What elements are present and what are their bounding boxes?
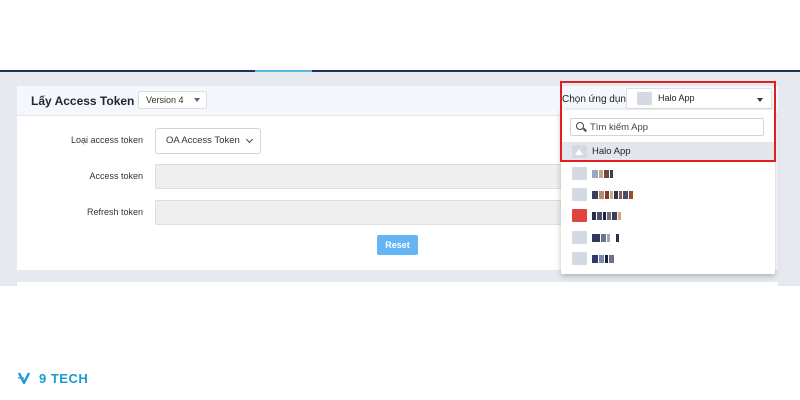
- refresh-token-field[interactable]: [155, 200, 565, 225]
- reset-button[interactable]: Reset: [377, 235, 418, 255]
- app-option[interactable]: Halo App: [561, 142, 775, 162]
- brand-logo-text: 9 TECH: [39, 370, 89, 386]
- redacted-app-name: [592, 233, 619, 243]
- app-thumbnail: [572, 252, 587, 265]
- app-thumbnail: [572, 209, 587, 222]
- choose-app-label: Chọn ứng dụng: [562, 94, 632, 105]
- redacted-app-name: [592, 169, 613, 179]
- app-select-value: Halo App: [658, 93, 695, 103]
- app-dropdown: Halo App: [561, 110, 775, 274]
- app-select[interactable]: Halo App: [626, 88, 772, 109]
- app-option[interactable]: [561, 206, 775, 226]
- app-search-box[interactable]: [570, 118, 764, 136]
- app-thumbnail: [572, 145, 587, 158]
- mountain-icon: [575, 149, 583, 155]
- app-option[interactable]: [561, 249, 775, 269]
- chevron-down-icon: [245, 135, 254, 144]
- search-icon: [576, 122, 584, 130]
- app-thumbnail: [572, 188, 587, 201]
- next-card-edge: [17, 282, 778, 286]
- caret-down-icon: [757, 98, 763, 102]
- app-search-input[interactable]: [590, 120, 760, 134]
- version-select[interactable]: Version 4: [138, 91, 207, 109]
- refresh-token-label: Refresh token: [86, 207, 143, 217]
- brand-logo: 9 TECH: [18, 370, 89, 386]
- screenshot-stage: Lấy Access Token Version 4 Loại access t…: [0, 0, 800, 400]
- page-title: Lấy Access Token: [31, 94, 135, 108]
- redacted-app-name: [592, 254, 614, 264]
- app-option[interactable]: [561, 228, 775, 248]
- app-option-label: Halo App: [592, 146, 631, 157]
- redacted-app-name: [592, 211, 621, 221]
- redacted-app-name: [592, 190, 633, 200]
- token-type-value: OA Access Token: [166, 135, 240, 146]
- token-type-label: Loại access token: [70, 135, 143, 145]
- app-thumbnail: [572, 167, 587, 180]
- v-logo-icon: [18, 372, 31, 385]
- access-token-label: Access token: [89, 171, 143, 181]
- app-thumbnail: [572, 231, 587, 244]
- app-option[interactable]: [561, 185, 775, 205]
- app-option[interactable]: [561, 164, 775, 184]
- access-token-field[interactable]: [155, 164, 565, 189]
- caret-down-icon: [193, 98, 200, 102]
- app-thumbnail: [637, 92, 652, 105]
- version-select-value: Version 4: [146, 95, 184, 105]
- token-type-select[interactable]: OA Access Token: [155, 128, 261, 154]
